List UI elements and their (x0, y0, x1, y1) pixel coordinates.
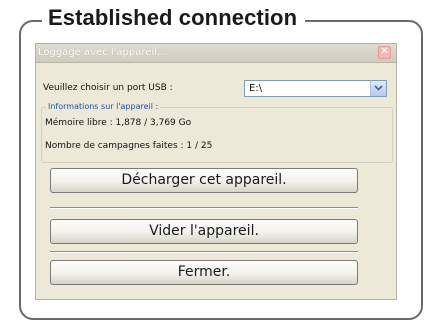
close-button[interactable]: Fermer. (50, 260, 358, 285)
close-icon[interactable]: ✕ (378, 46, 391, 59)
chevron-down-icon[interactable] (370, 81, 386, 96)
device-info-legend: Informations sur l'appareil : (46, 101, 161, 112)
annotation-title: Established connection (42, 4, 306, 32)
empty-device-button[interactable]: Vider l'appareil. (50, 219, 358, 244)
window-title: Loggage avec l'appareil... (38, 47, 167, 58)
free-memory-text: Mémoire libre : 1,878 / 3,769 Go (45, 118, 192, 128)
usb-port-label: Veuillez choisir un port USB : (43, 83, 173, 93)
separator (50, 207, 358, 209)
campaigns-count-text: Nombre de campagnes faites : 1 / 25 (45, 141, 213, 151)
separator (50, 251, 358, 253)
usb-port-select[interactable]: E:\ (244, 80, 387, 97)
download-device-button[interactable]: Décharger cet appareil. (50, 168, 358, 193)
usb-port-value: E:\ (249, 83, 263, 94)
title-bar[interactable]: Loggage avec l'appareil... ✕ (36, 44, 396, 63)
device-info-group: Informations sur l'appareil : Mémoire li… (41, 101, 393, 163)
dialog-window: Loggage avec l'appareil... ✕ Veuillez ch… (35, 43, 397, 300)
